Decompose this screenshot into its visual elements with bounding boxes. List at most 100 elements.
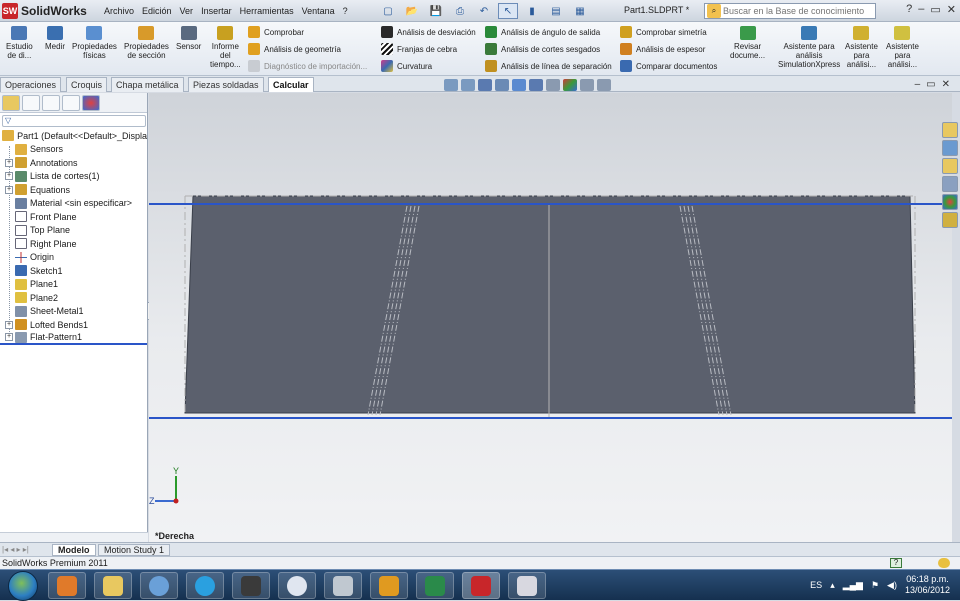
tab-piezas-soldadas[interactable]: Piezas soldadas: [188, 77, 264, 92]
menu-insertar[interactable]: Insertar: [197, 6, 236, 16]
expand-toggle[interactable]: +: [5, 185, 13, 194]
options-icon[interactable]: ▦: [570, 3, 590, 19]
save-icon[interactable]: 💾: [426, 3, 446, 19]
minimize-icon[interactable]: –: [918, 3, 924, 16]
expand-toggle[interactable]: +: [5, 333, 13, 342]
tree-root-part1[interactable]: Part1 (Default<<Default>_Displa: [0, 129, 147, 143]
performance-report-button[interactable]: Informe del tiempo...: [210, 26, 241, 69]
taskbar-search[interactable]: [278, 572, 316, 599]
zebra-stripes-button[interactable]: Franjas de cebra: [381, 42, 457, 56]
taskbar-explorer[interactable]: [94, 572, 132, 599]
configurationmanager-tab-icon[interactable]: [42, 94, 60, 111]
action-center-icon[interactable]: ⚑: [871, 580, 879, 591]
tree-item-equations[interactable]: + Equations: [0, 183, 147, 197]
view-palette-icon[interactable]: [942, 176, 958, 192]
taskbar-solidworks[interactable]: [462, 572, 500, 599]
file-explorer-icon[interactable]: [942, 158, 958, 174]
close-icon[interactable]: ✕: [947, 3, 956, 16]
taskbar-media[interactable]: [232, 572, 270, 599]
viewport-minimize-icon[interactable]: –: [915, 79, 921, 90]
tree-item-plane2[interactable]: Plane2: [0, 291, 147, 305]
view-settings-icon[interactable]: [597, 79, 611, 91]
tree-item-flat-pattern1[interactable]: + Flat-Pattern1: [0, 331, 147, 345]
check-document-button[interactable]: Revisar docume...: [730, 26, 765, 60]
graphics-area[interactable]: Y Z: [149, 93, 952, 542]
section-properties-button[interactable]: Propiedades de sección: [124, 26, 169, 60]
menu-herramientas[interactable]: Herramientas: [236, 6, 298, 16]
simulationxpress-button[interactable]: Asistente para análisis SimulationXpress: [778, 26, 840, 69]
show-hidden-icons-icon[interactable]: ▴: [830, 580, 835, 591]
measure-button[interactable]: Medir: [45, 26, 65, 51]
solidworks-resources-icon[interactable]: [942, 122, 958, 138]
tab-calcular[interactable]: Calcular: [268, 77, 314, 92]
zoom-to-fit-icon[interactable]: [444, 79, 458, 91]
appearance-icon[interactable]: [563, 79, 577, 91]
zoom-to-area-icon[interactable]: [461, 79, 475, 91]
display-manager-tab-icon[interactable]: [82, 94, 100, 111]
clock[interactable]: 06:18 p.m. 13/06/2012: [905, 574, 950, 596]
knowledge-base-search[interactable]: ⌕: [704, 3, 876, 19]
tree-item-lofted-bends1[interactable]: + Lofted Bends1: [0, 318, 147, 332]
tab-scroll-arrows-icon[interactable]: |◂ ◂ ▸ ▸|: [2, 545, 29, 554]
tree-item-sheet-metal1[interactable]: Sheet-Metal1: [0, 305, 147, 319]
expand-toggle[interactable]: +: [5, 320, 13, 329]
tree-item-cut-list[interactable]: + Lista de cortes(1): [0, 170, 147, 184]
tree-item-top-plane[interactable]: Top Plane: [0, 224, 147, 238]
propertymanager-tab-icon[interactable]: [22, 94, 40, 111]
rebuild-icon[interactable]: ▮: [522, 3, 542, 19]
print-icon[interactable]: ⎙: [450, 3, 470, 19]
expand-toggle[interactable]: +: [5, 172, 13, 181]
tab-motion-study-1[interactable]: Motion Study 1: [98, 544, 171, 556]
tree-item-sensors[interactable]: Sensors: [0, 143, 147, 157]
taskbar-skype[interactable]: [186, 572, 224, 599]
taskbar-itunes[interactable]: [140, 572, 178, 599]
tab-modelo[interactable]: Modelo: [52, 544, 96, 556]
section-view-icon[interactable]: [495, 79, 509, 91]
tab-operaciones[interactable]: Operaciones: [0, 77, 62, 92]
view-orientation-icon[interactable]: [512, 79, 526, 91]
taskbar-outlook[interactable]: [370, 572, 408, 599]
menu-archivo[interactable]: Archivo: [100, 6, 138, 16]
parting-line-analysis-button[interactable]: Análisis de línea de separación: [485, 59, 612, 73]
previous-view-icon[interactable]: [478, 79, 492, 91]
menu-ver[interactable]: Ver: [176, 6, 198, 16]
sheet-metal-part[interactable]: [184, 195, 916, 414]
taskbar-calculator[interactable]: [324, 572, 362, 599]
menu-edicion[interactable]: Edición: [138, 6, 176, 16]
geometry-analysis-button[interactable]: Análisis de geometría: [248, 42, 341, 56]
language-indicator[interactable]: ES: [810, 580, 822, 590]
deviation-analysis-button[interactable]: Análisis de desviación: [381, 25, 476, 39]
viewport-close-icon[interactable]: ✕: [942, 79, 950, 90]
design-study-button[interactable]: Estudio de di...: [6, 26, 33, 60]
check-button[interactable]: Comprobar: [248, 25, 304, 39]
menu-ventana[interactable]: Ventana: [298, 6, 339, 16]
tree-item-right-plane[interactable]: Right Plane: [0, 237, 147, 251]
menu-help[interactable]: ?: [339, 6, 352, 16]
help-icon[interactable]: ?: [890, 558, 902, 568]
tab-croquis[interactable]: Croquis: [66, 77, 108, 92]
thickness-analysis-button[interactable]: Análisis de espesor: [620, 42, 705, 56]
import-diagnostics-button[interactable]: Diagnóstico de importación...: [248, 59, 367, 73]
taskbar-excel[interactable]: [416, 572, 454, 599]
feature-filter[interactable]: ▽: [2, 115, 146, 127]
sensor-button[interactable]: Sensor: [176, 26, 201, 51]
compare-documents-button[interactable]: Comparar documentos: [620, 59, 717, 73]
taskbar-paint[interactable]: [508, 572, 546, 599]
volume-icon[interactable]: ◀): [887, 580, 897, 591]
tree-item-sketch1[interactable]: Sketch1: [0, 264, 147, 278]
expand-toggle[interactable]: +: [5, 158, 13, 167]
undo-icon[interactable]: ↶: [474, 3, 494, 19]
design-library-icon[interactable]: [942, 140, 958, 156]
taskbar-firefox[interactable]: [48, 572, 86, 599]
appearances-icon[interactable]: [942, 194, 958, 210]
symmetry-check-button[interactable]: Comprobar simetría: [620, 25, 707, 39]
viewport-restore-icon[interactable]: ▭: [926, 79, 935, 90]
curvature-button[interactable]: Curvatura: [381, 59, 432, 73]
scene-icon[interactable]: [580, 79, 594, 91]
featuremanager-tab-icon[interactable]: [2, 94, 20, 111]
select-pointer-icon[interactable]: ↖: [498, 3, 518, 19]
mass-properties-button[interactable]: Propiedades físicas: [72, 26, 117, 60]
tree-item-material[interactable]: Material <sin especificar>: [0, 197, 147, 211]
tree-item-front-plane[interactable]: Front Plane: [0, 210, 147, 224]
help-icon[interactable]: ?: [906, 3, 912, 16]
